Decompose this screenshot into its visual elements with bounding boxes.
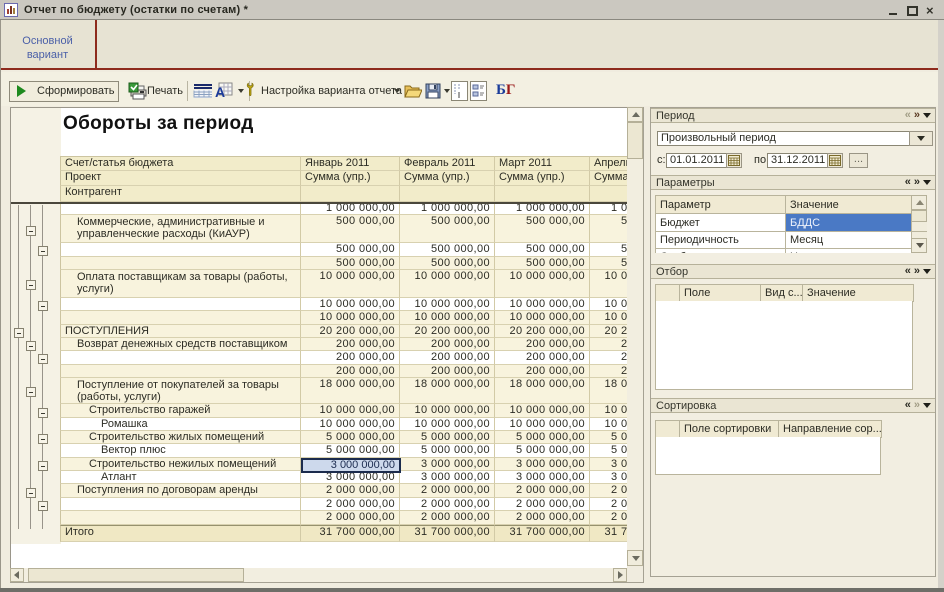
svg-text:А: А [215,84,225,100]
